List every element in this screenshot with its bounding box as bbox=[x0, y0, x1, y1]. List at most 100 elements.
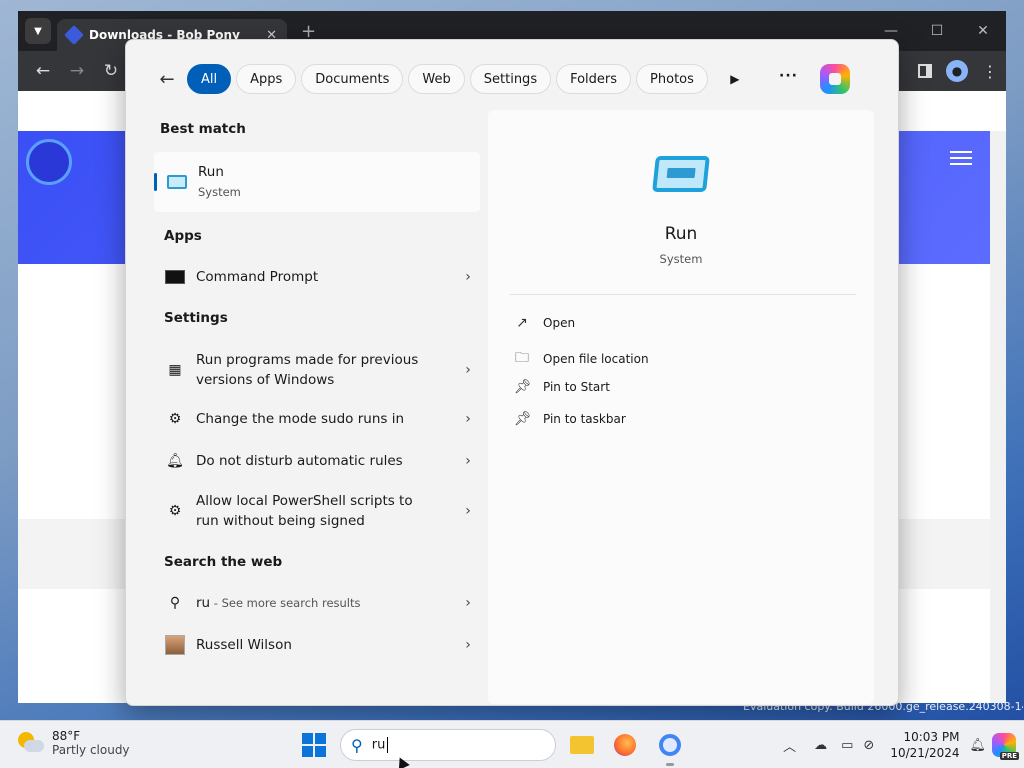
page-scrollbar[interactable] bbox=[990, 131, 1006, 703]
setting-sudo-mode[interactable]: ⚙ Change the mode sudo runs in › bbox=[154, 406, 480, 432]
weather-description: Partly cloudy bbox=[52, 743, 130, 757]
action-open[interactable]: ↗ Open bbox=[514, 315, 575, 331]
setting-line1: Run programs made for previous bbox=[196, 352, 419, 368]
side-panel-icon[interactable] bbox=[918, 64, 932, 78]
setting-line2: run without being signed bbox=[196, 513, 365, 529]
clock-date: 10/21/2024 bbox=[890, 746, 960, 760]
start-button[interactable] bbox=[301, 732, 327, 758]
browser-menu-button[interactable]: ⋮ bbox=[982, 62, 998, 81]
system-tray: ︿ ☁ ▭ ⊘ 10:03 PM 10/21/2024 🔔︎ PRE bbox=[783, 721, 1024, 768]
chevron-right-icon[interactable]: › bbox=[456, 362, 480, 378]
setting-line1: Allow local PowerShell scripts to bbox=[196, 493, 413, 509]
chevron-right-icon[interactable]: › bbox=[456, 503, 480, 519]
best-match-subtitle: System bbox=[198, 185, 241, 199]
running-app-indicator bbox=[666, 763, 674, 766]
settings-header: Settings bbox=[164, 310, 228, 326]
chevron-right-icon[interactable]: › bbox=[456, 595, 480, 611]
filter-settings[interactable]: Settings bbox=[469, 64, 552, 94]
search-icon: ⚲ bbox=[351, 735, 363, 755]
run-app-icon bbox=[652, 156, 710, 192]
taskbar-search-box[interactable]: ⚲ ru bbox=[340, 729, 556, 761]
search-input-text[interactable]: ru bbox=[372, 738, 386, 753]
action-label: Pin to taskbar bbox=[543, 412, 626, 426]
weather-widget[interactable]: 88°F Partly cloudy bbox=[18, 729, 130, 757]
weather-temperature: 88°F bbox=[52, 729, 81, 743]
bell-icon: 🔔︎ bbox=[166, 453, 184, 469]
pin-icon: 📌︎ bbox=[514, 379, 532, 395]
copilot-badge: PRE bbox=[999, 752, 1019, 760]
toolbar-right: ● ⋮ bbox=[918, 51, 998, 91]
action-open-file-location[interactable]: 🗀 Open file location bbox=[514, 347, 649, 371]
command-prompt-icon bbox=[164, 266, 186, 288]
chevron-up-icon[interactable]: ︿ bbox=[783, 736, 796, 755]
web-result-query[interactable]: ⚲ ru - See more search results › bbox=[154, 590, 480, 616]
copilot-icon[interactable] bbox=[820, 64, 850, 94]
more-filters-arrow-icon[interactable]: ▶ bbox=[721, 72, 749, 86]
pin-icon: 📌︎ bbox=[514, 411, 532, 427]
filter-photos[interactable]: Photos bbox=[636, 64, 708, 94]
developer-settings-icon: ⚙ bbox=[168, 411, 182, 427]
search-icon: ⚲ bbox=[169, 595, 181, 611]
site-logo[interactable] bbox=[26, 139, 72, 185]
network-icon[interactable]: ▭ bbox=[841, 738, 853, 753]
copilot-taskbar-icon[interactable]: PRE bbox=[992, 733, 1019, 760]
apps-header: Apps bbox=[164, 228, 202, 244]
more-options-button[interactable]: ··· bbox=[779, 68, 798, 84]
filter-documents[interactable]: Documents bbox=[301, 64, 404, 94]
back-arrow-icon[interactable]: ← bbox=[152, 69, 182, 90]
filter-web[interactable]: Web bbox=[408, 64, 465, 94]
open-external-icon: ↗ bbox=[516, 315, 528, 331]
filter-folders[interactable]: Folders bbox=[556, 64, 632, 94]
setting-line2: versions of Windows bbox=[196, 372, 335, 388]
search-filter-row: ← All Apps Documents Web Settings Folder… bbox=[152, 62, 878, 96]
hamburger-menu-icon[interactable] bbox=[950, 151, 972, 165]
firefox-icon[interactable] bbox=[612, 732, 638, 758]
web-header: Search the web bbox=[164, 554, 283, 570]
preview-divider bbox=[510, 294, 856, 295]
action-label: Pin to Start bbox=[543, 380, 610, 394]
chevron-right-icon[interactable]: › bbox=[456, 411, 480, 427]
chevron-right-icon[interactable]: › bbox=[456, 637, 480, 653]
search-panel: ← All Apps Documents Web Settings Folder… bbox=[125, 39, 899, 706]
app-command-prompt[interactable]: Command Prompt › bbox=[154, 264, 480, 290]
chrome-icon[interactable] bbox=[657, 732, 683, 758]
preview-pane: Run System ↗ Open 🗀 Open file location 📌… bbox=[488, 110, 874, 704]
web-query: ru bbox=[196, 595, 211, 611]
back-button[interactable]: ← bbox=[26, 61, 60, 81]
selection-indicator bbox=[154, 173, 157, 191]
filter-all[interactable]: All bbox=[187, 64, 232, 94]
close-window-button[interactable]: ✕ bbox=[960, 11, 1006, 51]
best-match-header: Best match bbox=[160, 121, 246, 137]
best-match-title: Run bbox=[198, 164, 224, 180]
compatibility-icon: ▦ bbox=[168, 362, 182, 378]
notification-bell-icon[interactable]: 🔔︎ bbox=[969, 738, 986, 753]
action-pin-to-taskbar[interactable]: 📌︎ Pin to taskbar bbox=[514, 411, 626, 427]
reload-button[interactable]: ↻ bbox=[94, 61, 128, 81]
setting-do-not-disturb[interactable]: 🔔︎ Do not disturb automatic rules › bbox=[154, 448, 480, 474]
maximize-button[interactable]: ☐ bbox=[914, 11, 960, 51]
clock-time: 10:03 PM bbox=[903, 730, 960, 744]
setting-label: Do not disturb automatic rules bbox=[196, 453, 403, 469]
filter-apps[interactable]: Apps bbox=[236, 64, 297, 94]
onedrive-cloud-icon[interactable]: ☁ bbox=[814, 738, 827, 753]
setting-powershell-scripts[interactable]: ⚙ Allow local PowerShell scripts to run … bbox=[154, 490, 480, 532]
profile-avatar[interactable]: ● bbox=[946, 60, 968, 82]
taskbar: 88°F Partly cloudy ⚲ ru ︿ ☁ ▭ ⊘ 10:03 PM… bbox=[0, 720, 1024, 768]
chevron-right-icon[interactable]: › bbox=[456, 453, 480, 469]
setting-run-legacy-programs[interactable]: ▦ Run programs made for previous version… bbox=[154, 349, 480, 391]
action-pin-to-start[interactable]: 📌︎ Pin to Start bbox=[514, 379, 610, 395]
web-result-russell-wilson[interactable]: Russell Wilson › bbox=[154, 632, 480, 658]
forward-button[interactable]: → bbox=[60, 61, 94, 81]
developer-settings-icon: ⚙ bbox=[168, 503, 182, 519]
tab-search-dropdown[interactable]: ▼ bbox=[25, 18, 51, 44]
folder-icon: 🗀 bbox=[515, 350, 529, 366]
file-explorer-icon[interactable] bbox=[569, 732, 595, 758]
clock[interactable]: 10:03 PM 10/21/2024 bbox=[890, 729, 959, 761]
web-result-label: Russell Wilson bbox=[196, 637, 292, 653]
best-match-item[interactable]: Run System bbox=[154, 152, 480, 212]
volume-muted-icon[interactable]: ⊘ bbox=[863, 738, 874, 753]
run-icon bbox=[166, 171, 188, 193]
partly-cloudy-icon bbox=[18, 732, 44, 754]
chevron-right-icon[interactable]: › bbox=[456, 269, 480, 285]
action-label: Open file location bbox=[543, 352, 649, 366]
